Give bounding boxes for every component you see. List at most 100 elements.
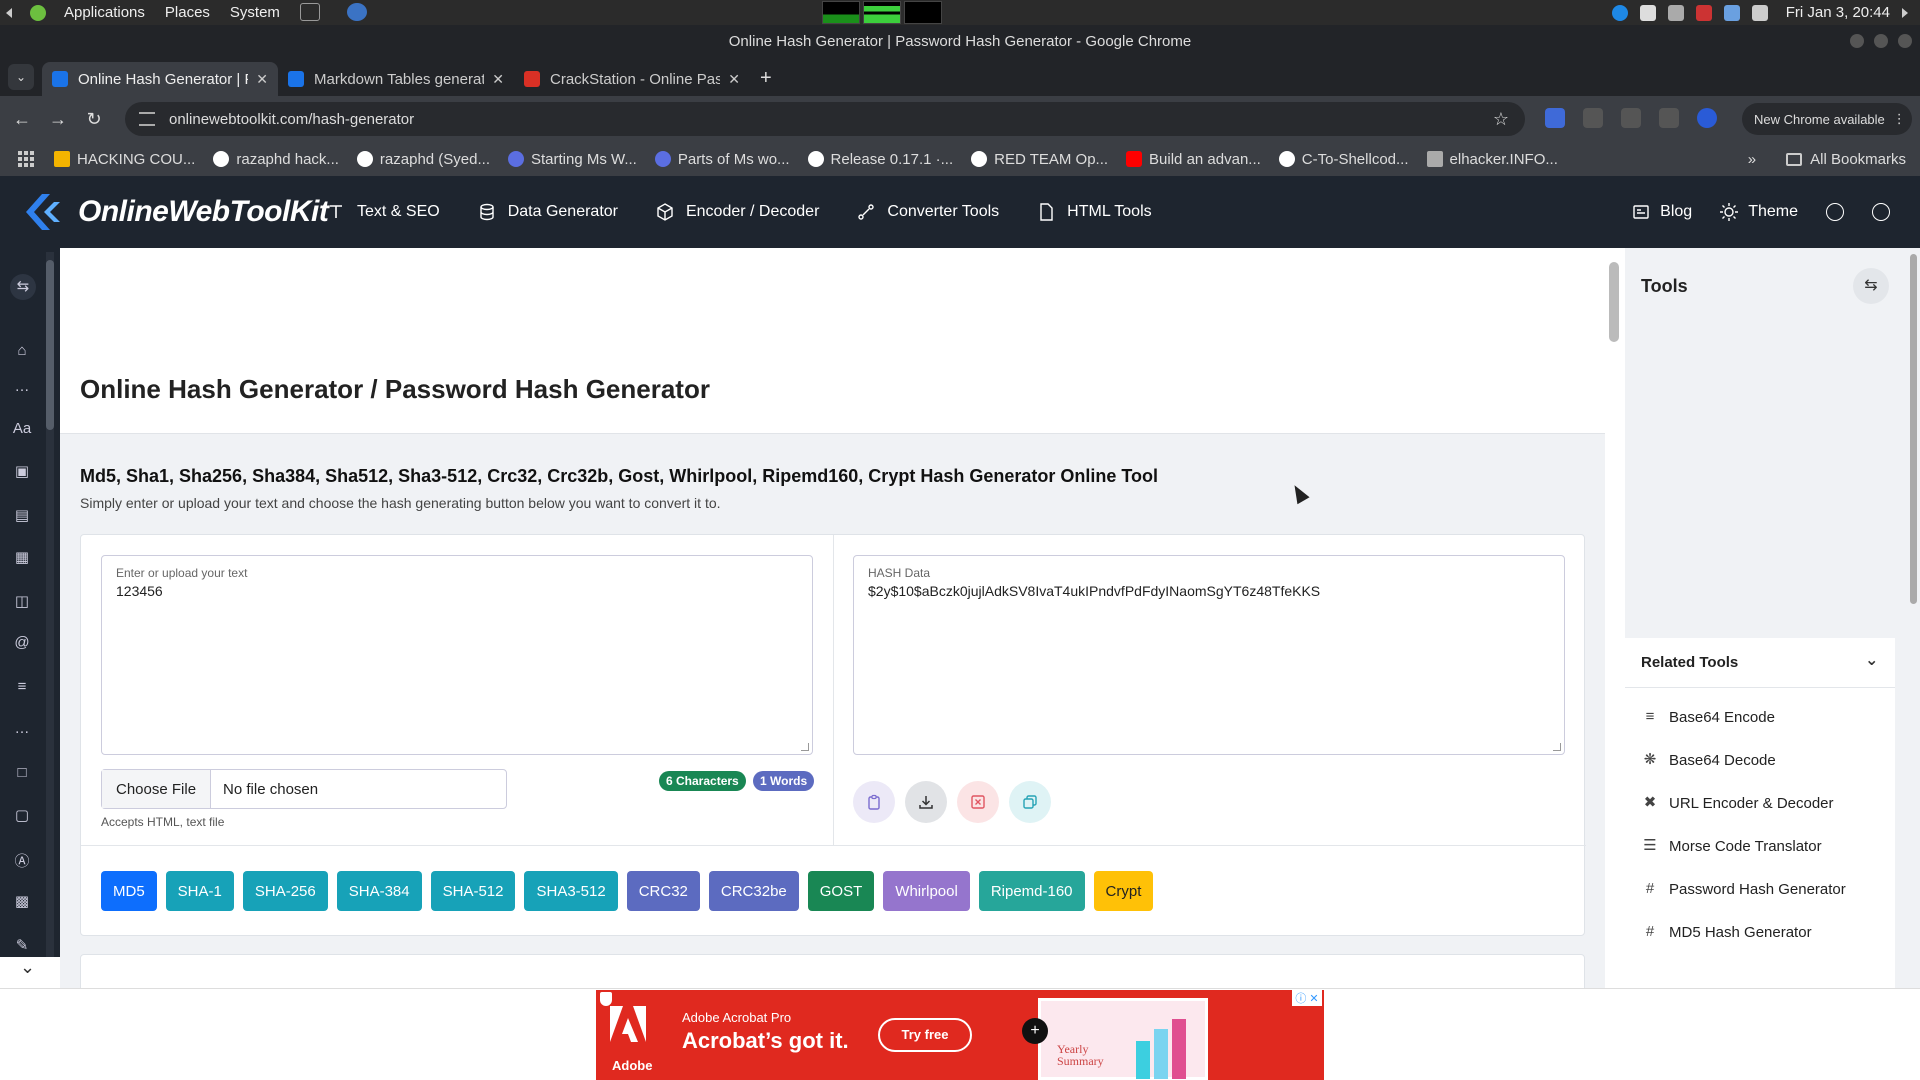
- more-menu-icon[interactable]: ⋮: [1893, 111, 1906, 127]
- app-tray-icon[interactable]: [1639, 4, 1656, 21]
- pinterest-icon[interactable]: [1872, 203, 1890, 221]
- bookmark-item[interactable]: Starting Ms W...: [507, 151, 637, 168]
- bookmark-item[interactable]: elhacker.INFO...: [1426, 151, 1558, 168]
- bookmark-item[interactable]: Release 0.17.1 ·...: [807, 151, 953, 168]
- news-icon[interactable]: ▦: [12, 548, 32, 568]
- terminal-launcher-icon[interactable]: [300, 3, 320, 21]
- nav-blog[interactable]: Blog: [1632, 203, 1692, 221]
- all-bookmarks-button[interactable]: All Bookmarks: [1786, 151, 1906, 168]
- reload-icon[interactable]: ↻: [76, 109, 112, 130]
- image-text-icon[interactable]: ▤: [12, 506, 32, 526]
- input-textarea[interactable]: Enter or upload your text 123456: [101, 555, 813, 755]
- bluetooth-icon[interactable]: [1611, 4, 1628, 21]
- back-icon[interactable]: ←: [4, 109, 40, 130]
- tab-crackstation[interactable]: CrackStation - Online Pass ✕: [514, 62, 750, 96]
- crc32-button[interactable]: CRC32: [626, 871, 700, 911]
- crypt-button[interactable]: Crypt: [1093, 871, 1154, 911]
- bookmark-star-icon[interactable]: ☆: [1493, 109, 1509, 130]
- related-morse-code[interactable]: ☰ Morse Code Translator: [1641, 837, 1821, 855]
- photo-icon[interactable]: ▢: [12, 806, 32, 826]
- network-icon[interactable]: [1723, 4, 1740, 21]
- new-tab-button[interactable]: +: [760, 67, 772, 90]
- choose-file-button[interactable]: Choose File: [102, 770, 212, 808]
- extensions-puzzle-icon[interactable]: [1621, 108, 1641, 128]
- forward-icon[interactable]: →: [40, 109, 76, 130]
- sidebar-scrollbar[interactable]: [1907, 248, 1920, 988]
- tab-close-icon[interactable]: ✕: [256, 71, 268, 88]
- sha384-button[interactable]: SHA-384: [336, 871, 422, 911]
- os-menu-places[interactable]: Places: [155, 4, 220, 21]
- bookmark-item[interactable]: RED TEAM Op...: [971, 151, 1108, 168]
- bookmark-item[interactable]: C-To-Shellcod...: [1278, 151, 1409, 168]
- markdown-icon[interactable]: ≡: [12, 678, 32, 698]
- ad-try-free-button[interactable]: Try free: [878, 1018, 972, 1052]
- volume-icon[interactable]: [1667, 4, 1684, 21]
- file-upload[interactable]: Choose File No file chosen: [101, 769, 507, 809]
- update-icon[interactable]: [1695, 4, 1712, 21]
- nav-data-generator[interactable]: Data Generator: [478, 203, 618, 221]
- gost-button[interactable]: GOST: [807, 871, 875, 911]
- crc32be-button[interactable]: CRC32be: [708, 871, 799, 911]
- sha256-button[interactable]: SHA-256: [242, 871, 328, 911]
- bookmark-item[interactable]: Parts of Ms wo...: [654, 151, 790, 168]
- more-dots-icon[interactable]: …: [12, 720, 32, 740]
- facebook-icon[interactable]: [1826, 203, 1844, 221]
- tab-close-icon[interactable]: ✕: [728, 71, 740, 88]
- more-bookmarks-icon[interactable]: »: [1748, 151, 1756, 168]
- profile-avatar-icon[interactable]: [1697, 108, 1717, 128]
- clear-button[interactable]: [957, 781, 999, 823]
- site-info-icon[interactable]: [139, 112, 155, 126]
- new-chrome-available-button[interactable]: New Chrome available ⋮: [1742, 103, 1912, 135]
- os-logo-icon[interactable]: [30, 4, 46, 21]
- bookmark-item[interactable]: razaphd hack...: [213, 151, 339, 168]
- chevron-down-icon[interactable]: ⌄: [1865, 650, 1878, 670]
- resize-grip-icon[interactable]: [1553, 743, 1561, 751]
- duplicate-button[interactable]: [1009, 781, 1051, 823]
- hash-output-textarea[interactable]: HASH Data $2y$10$aBczk0jujlAdkSV8IvaT4uk…: [853, 555, 1565, 755]
- related-base64-encode[interactable]: ≡ Base64 Encode: [1641, 708, 1775, 726]
- html-icon[interactable]: ◫: [12, 592, 32, 612]
- md5-button[interactable]: MD5: [101, 871, 157, 911]
- apps-grid-icon[interactable]: [18, 151, 34, 167]
- tab-markdown-tables[interactable]: Markdown Tables generator ✕: [278, 62, 514, 96]
- sha1-button[interactable]: SHA-1: [165, 871, 234, 911]
- close-window-icon[interactable]: [1898, 34, 1912, 48]
- whirlpool-button[interactable]: Whirlpool: [883, 871, 970, 911]
- nav-theme[interactable]: Theme: [1720, 203, 1798, 221]
- circle-a-icon[interactable]: Ⓐ: [12, 850, 32, 870]
- main-scrollbar[interactable]: [1605, 248, 1625, 988]
- resize-grip-icon[interactable]: [801, 743, 809, 751]
- ad-close-icon[interactable]: ⓘ ✕: [1292, 990, 1322, 1006]
- tab-close-icon[interactable]: ✕: [492, 71, 504, 88]
- media-controls-icon[interactable]: [1659, 108, 1679, 128]
- adobe-ad-banner[interactable]: Adobe Adobe Acrobat Pro Acrobat’s got it…: [596, 990, 1324, 1080]
- os-menu-applications[interactable]: Applications: [54, 4, 155, 21]
- nav-converter-tools[interactable]: Converter Tools: [857, 203, 999, 221]
- nav-encoder-decoder[interactable]: Encoder / Decoder: [656, 203, 819, 221]
- scan-icon[interactable]: ▩: [12, 892, 32, 912]
- copy-button[interactable]: [853, 781, 895, 823]
- input-value[interactable]: 123456: [116, 583, 798, 599]
- related-url-encoder[interactable]: ✖ URL Encoder & Decoder: [1641, 794, 1834, 812]
- sha512-button[interactable]: SHA-512: [430, 871, 516, 911]
- file-search-icon[interactable]: □: [12, 764, 32, 784]
- url-text[interactable]: onlinewebtoolkit.com/hash-generator: [169, 111, 414, 128]
- os-menu-system[interactable]: System: [220, 4, 290, 21]
- app-launcher-icon[interactable]: [347, 3, 367, 21]
- clock[interactable]: Fri Jan 3, 20:44: [1786, 4, 1890, 21]
- output-value[interactable]: $2y$10$aBczk0jujlAdkSV8IvaT4ukIPndvfPdFd…: [868, 583, 1550, 599]
- extension-reader-icon[interactable]: [1583, 108, 1603, 128]
- rail-toggle-icon[interactable]: ⇆: [10, 274, 36, 300]
- related-base64-decode[interactable]: ❋ Base64 Decode: [1641, 751, 1776, 769]
- minimize-icon[interactable]: [1850, 34, 1864, 48]
- at-sign-icon[interactable]: @: [12, 634, 32, 654]
- id-card-icon[interactable]: ▣: [12, 462, 32, 482]
- rail-collapse-chevron-icon[interactable]: ⌄: [0, 957, 60, 988]
- nav-text-seo[interactable]: Text & SEO: [327, 203, 440, 221]
- battery-icon[interactable]: [1751, 4, 1768, 21]
- home-icon[interactable]: ⌂: [12, 342, 32, 362]
- sha3-512-button[interactable]: SHA3-512: [524, 871, 618, 911]
- related-md5-hash[interactable]: # MD5 Hash Generator: [1641, 923, 1812, 941]
- download-button[interactable]: [905, 781, 947, 823]
- address-bar[interactable]: onlinewebtoolkit.com/hash-generator ☆: [125, 102, 1525, 136]
